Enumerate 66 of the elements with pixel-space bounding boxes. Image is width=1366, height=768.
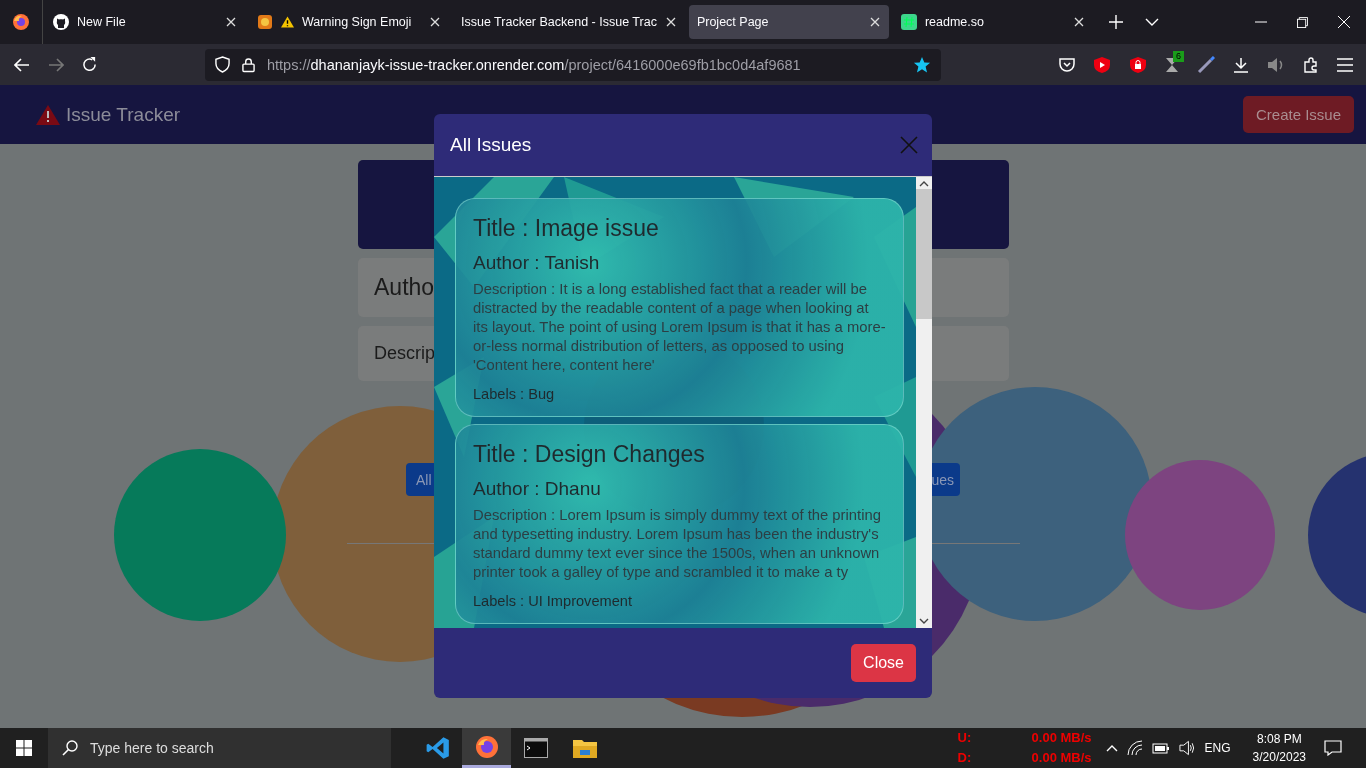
close-icon[interactable] xyxy=(1072,16,1085,28)
taskbar-app[interactable] xyxy=(462,728,511,768)
issue-author: Author : Tanish xyxy=(473,252,601,274)
upload-label: U: xyxy=(957,729,973,747)
browser-tab[interactable]: Project Page xyxy=(688,5,889,39)
browser-tab[interactable]: Warning Sign Emoji xyxy=(249,5,449,39)
upload-rate: 0.00 MB/s xyxy=(1030,729,1092,747)
wifi-icon[interactable] xyxy=(1126,740,1143,756)
search-icon xyxy=(62,740,78,756)
issue-title: Title : Image issue xyxy=(473,215,660,242)
volume-icon[interactable] xyxy=(1178,740,1196,756)
close-button[interactable]: Close xyxy=(851,644,916,682)
download-icon[interactable] xyxy=(1233,56,1249,73)
issue-labels: Labels : UI Improvement xyxy=(473,593,633,609)
language-indicator[interactable]: ENG xyxy=(1204,741,1231,755)
download-rate: 0.00 MB/s xyxy=(1030,749,1092,767)
issue-author: Author : Dhanu xyxy=(473,478,602,500)
browser-tab[interactable]: readme.so xyxy=(892,5,1093,39)
battery-icon[interactable] xyxy=(1151,742,1170,754)
download-label: D: xyxy=(957,749,973,767)
github-icon xyxy=(53,14,69,30)
terminal-icon xyxy=(523,738,548,758)
scroll-up-icon[interactable] xyxy=(919,181,929,187)
code-editor-icon xyxy=(424,735,451,761)
pen-icon[interactable] xyxy=(1197,55,1215,74)
scrollbar[interactable] xyxy=(916,177,932,628)
warning-icon xyxy=(281,16,294,28)
notification-icon[interactable] xyxy=(1324,740,1342,756)
extensions-icon[interactable] xyxy=(1303,56,1319,73)
create-issue-button[interactable]: Create Issue xyxy=(1243,96,1354,133)
notification-badge: 6 xyxy=(1173,50,1184,62)
folder-icon xyxy=(572,738,597,758)
firefox-icon[interactable] xyxy=(13,14,29,30)
close-icon[interactable] xyxy=(868,16,881,28)
issue-description: Description : Lorem Ipsum is simply dummy text of the printing and typesetting industry. Lorem Ipsum has been the industry's standard dummy text ever since the 1500s, when an unknown printer took a galley of type and scrambled it to make a ty xyxy=(473,506,882,582)
close-icon[interactable] xyxy=(664,16,677,28)
plus-icon[interactable] xyxy=(1108,15,1123,29)
shield-icon[interactable] xyxy=(215,56,230,73)
warning-icon xyxy=(36,104,60,125)
lock-shield-icon[interactable] xyxy=(1129,55,1147,74)
brand-title[interactable]: Issue Tracker xyxy=(66,103,181,126)
forward-icon[interactable] xyxy=(48,57,64,72)
dialog-title: All Issues xyxy=(450,134,533,156)
browser-tab[interactable]: New File xyxy=(45,5,245,39)
lock-icon[interactable] xyxy=(242,56,255,73)
firefox-icon xyxy=(474,734,499,759)
restore-icon[interactable] xyxy=(1297,16,1308,28)
reload-icon[interactable] xyxy=(82,57,97,72)
clock[interactable]: 8:08 PM 3/20/2023 xyxy=(1252,730,1306,766)
back-icon[interactable] xyxy=(14,57,30,72)
issue-description: Description : It is a long established fact that a reader will be distracted by the readable content of a page when looking at its layout. The point of using Lorem Ipsum is that it has a more-or-less normal distribution of letters, as opposed to using 'Content here, content here' xyxy=(473,280,886,375)
star-icon[interactable] xyxy=(913,55,931,74)
menu-icon[interactable] xyxy=(1337,57,1353,72)
play-shield-icon[interactable] xyxy=(1093,55,1111,74)
issue-labels: Labels : Bug xyxy=(473,386,556,402)
pocket-icon[interactable] xyxy=(1059,56,1075,73)
app-icon xyxy=(257,14,273,30)
windows-icon[interactable] xyxy=(16,740,32,756)
search-field[interactable]: Type here to search xyxy=(48,728,391,768)
chevron-up-icon[interactable] xyxy=(1105,744,1118,752)
speaker-icon[interactable] xyxy=(1267,56,1285,73)
browser-tab[interactable]: Issue Tracker Backend - Issue Trac xyxy=(453,5,685,39)
scroll-down-icon[interactable] xyxy=(919,618,929,624)
chevron-down-icon[interactable] xyxy=(1144,18,1159,26)
hash-icon xyxy=(900,14,917,30)
issue-title: Title : Design Changes xyxy=(473,441,706,468)
